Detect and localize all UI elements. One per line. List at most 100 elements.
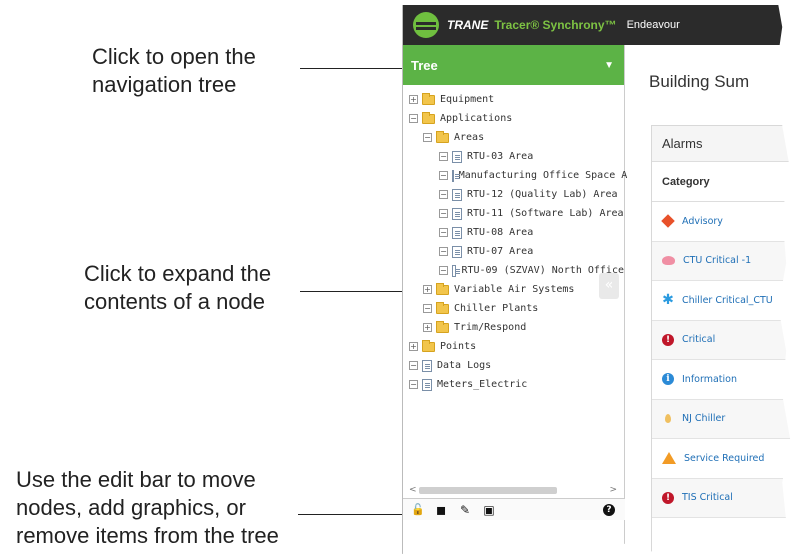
alarm-category-link[interactable]: Advisory xyxy=(682,216,723,227)
alarm-row-ctu-critical[interactable]: CTU Critical -1 xyxy=(652,241,791,281)
tree-node-rtu-11-area[interactable]: − RTU-11 (Software Lab) Area xyxy=(403,204,624,223)
collapse-toggle-icon[interactable]: − xyxy=(439,209,448,218)
alarms-title: Alarms xyxy=(652,126,791,162)
folder-icon xyxy=(422,92,435,105)
collapse-toggle-icon[interactable]: − xyxy=(409,114,418,123)
alarm-category-link[interactable]: Information xyxy=(682,374,737,385)
collapse-toggle-icon[interactable]: − xyxy=(439,266,448,275)
snowflake-icon: ✱ xyxy=(662,292,674,309)
chevron-down-icon[interactable]: ▼ xyxy=(604,60,614,71)
alarm-row-service-required[interactable]: Service Required xyxy=(652,439,791,479)
collapse-toggle-icon[interactable]: − xyxy=(409,380,418,389)
tree-edit-bar: 🔓 ▪ ✎ ▣ ? xyxy=(403,498,625,520)
alarm-row-advisory[interactable]: Advisory xyxy=(652,202,791,242)
collapse-toggle-icon[interactable]: − xyxy=(439,152,448,161)
collapse-tree-button[interactable]: « xyxy=(599,273,619,299)
add-folder-icon[interactable]: ▣ xyxy=(483,503,495,517)
alarm-row-critical[interactable]: ! Critical xyxy=(652,320,791,360)
collapse-toggle-icon[interactable]: − xyxy=(423,304,432,313)
tree-node-label: Equipment xyxy=(440,94,495,105)
scroll-right-icon[interactable]: > xyxy=(609,485,617,495)
document-icon xyxy=(452,207,462,220)
navigation-tree: + Equipment − Applications − Areas − RTU… xyxy=(403,85,627,394)
collapse-toggle-icon[interactable]: − xyxy=(439,228,448,237)
page-title: Building Sum xyxy=(649,72,750,91)
tree-node-label: Variable Air Systems xyxy=(454,284,575,295)
tree-node-rtu-12-area[interactable]: − RTU-12 (Quality Lab) Area xyxy=(403,185,624,204)
collapse-toggle-icon[interactable]: − xyxy=(439,247,448,256)
tree-header-button[interactable]: Tree ▼ xyxy=(403,45,624,85)
collapse-toggle-icon[interactable]: − xyxy=(439,190,448,199)
lock-icon[interactable]: 🔓 xyxy=(411,503,425,516)
alarm-category-link[interactable]: CTU Critical -1 xyxy=(683,255,751,266)
tree-node-label: Trim/Respond xyxy=(454,322,527,333)
trane-logo-icon xyxy=(413,12,439,38)
tree-node-label: RTU-07 Area xyxy=(467,246,534,257)
pin-icon xyxy=(665,414,671,424)
tree-node-areas[interactable]: − Areas xyxy=(403,128,624,147)
callout-open-tree-line xyxy=(300,68,404,69)
alarm-category-link[interactable]: NJ Chiller xyxy=(682,413,725,424)
tree-node-rtu-03-area[interactable]: − RTU-03 Area xyxy=(403,147,624,166)
collapse-toggle-icon[interactable]: − xyxy=(409,361,418,370)
main-content: Building Sum Alarms Category Advisory CT… xyxy=(637,45,791,554)
tree-node-label: RTU-03 Area xyxy=(467,151,534,162)
tree-node-variable-air-systems[interactable]: + Variable Air Systems xyxy=(403,280,624,299)
warning-icon xyxy=(662,452,676,465)
category-column-header[interactable]: Category xyxy=(652,162,791,202)
tree-node-equipment[interactable]: + Equipment xyxy=(403,90,624,109)
tree-node-rtu-09-north-office[interactable]: − RTU-09 (SZVAV) North Office xyxy=(403,261,624,280)
tree-title: Tree xyxy=(411,57,438,73)
site-name[interactable]: Endeavour xyxy=(627,19,680,31)
tree-node-trim-respond[interactable]: + Trim/Respond xyxy=(403,318,624,337)
document-icon xyxy=(422,378,432,391)
tree-node-label: Applications xyxy=(440,113,513,124)
expand-toggle-icon[interactable]: + xyxy=(409,95,418,104)
open-folder-icon xyxy=(422,111,435,124)
tree-node-meters-electric[interactable]: − Meters_Electric xyxy=(403,375,624,394)
tree-node-data-logs[interactable]: − Data Logs xyxy=(403,356,624,375)
pencil-icon[interactable]: ✎ xyxy=(459,503,471,517)
brand-name: TRANE xyxy=(447,18,489,32)
alarm-row-chiller-critical[interactable]: ✱ Chiller Critical_CTU xyxy=(652,281,791,321)
tree-node-manufacturing-office[interactable]: − Manufacturing Office Space A xyxy=(403,166,627,185)
callout-open-tree: Click to open the navigation tree xyxy=(92,44,256,97)
tree-node-points[interactable]: + Points xyxy=(403,337,624,356)
help-icon[interactable]: ? xyxy=(603,503,615,516)
alarm-category-link[interactable]: Chiller Critical_CTU xyxy=(682,295,773,306)
add-graphic-icon[interactable]: ▪ xyxy=(435,500,447,519)
tree-node-chiller-plants[interactable]: − Chiller Plants xyxy=(403,299,624,318)
tree-node-rtu-08-area[interactable]: − RTU-08 Area xyxy=(403,223,624,242)
folder-icon xyxy=(436,320,449,333)
tree-node-label: Points xyxy=(440,341,477,352)
expand-toggle-icon[interactable]: + xyxy=(423,323,432,332)
tree-node-label: RTU-11 (Software Lab) Area xyxy=(467,208,624,219)
document-icon xyxy=(452,226,462,239)
tree-node-rtu-07-area[interactable]: − RTU-07 Area xyxy=(403,242,624,261)
critical-icon: ! xyxy=(662,333,674,346)
collapse-toggle-icon[interactable]: − xyxy=(439,171,448,180)
alarm-row-tis-critical[interactable]: ! TIS Critical xyxy=(652,478,791,518)
alarm-row-information[interactable]: i Information xyxy=(652,360,791,400)
alarm-category-link[interactable]: Critical xyxy=(682,334,715,345)
tree-horizontal-scrollbar[interactable]: < > xyxy=(407,485,619,495)
callout-edit-bar-line xyxy=(298,514,406,515)
alarms-panel: Alarms Category Advisory CTU Critical -1… xyxy=(651,125,791,554)
alarm-category-link[interactable]: TIS Critical xyxy=(682,492,733,503)
document-icon xyxy=(452,245,462,258)
expand-toggle-icon[interactable]: + xyxy=(409,342,418,351)
collapse-toggle-icon[interactable]: − xyxy=(423,133,432,142)
alarm-category-link[interactable]: Service Required xyxy=(684,453,764,464)
critical-blob-icon xyxy=(662,256,675,266)
scrollbar-thumb[interactable] xyxy=(419,487,557,494)
alarm-category-list: Advisory CTU Critical -1 ✱ Chiller Criti… xyxy=(652,202,791,518)
expand-toggle-icon[interactable]: + xyxy=(423,285,432,294)
scroll-left-icon[interactable]: < xyxy=(409,485,417,495)
tree-node-applications[interactable]: − Applications xyxy=(403,109,624,128)
document-icon xyxy=(452,188,462,201)
tree-node-label: Data Logs xyxy=(437,360,492,371)
document-icon xyxy=(422,359,432,372)
alarm-row-nj-chiller[interactable]: NJ Chiller xyxy=(652,399,791,439)
tree-node-label: Manufacturing Office Space A xyxy=(458,170,628,181)
app-header: TRANE Tracer® Synchrony™ Endeavour xyxy=(403,5,791,45)
